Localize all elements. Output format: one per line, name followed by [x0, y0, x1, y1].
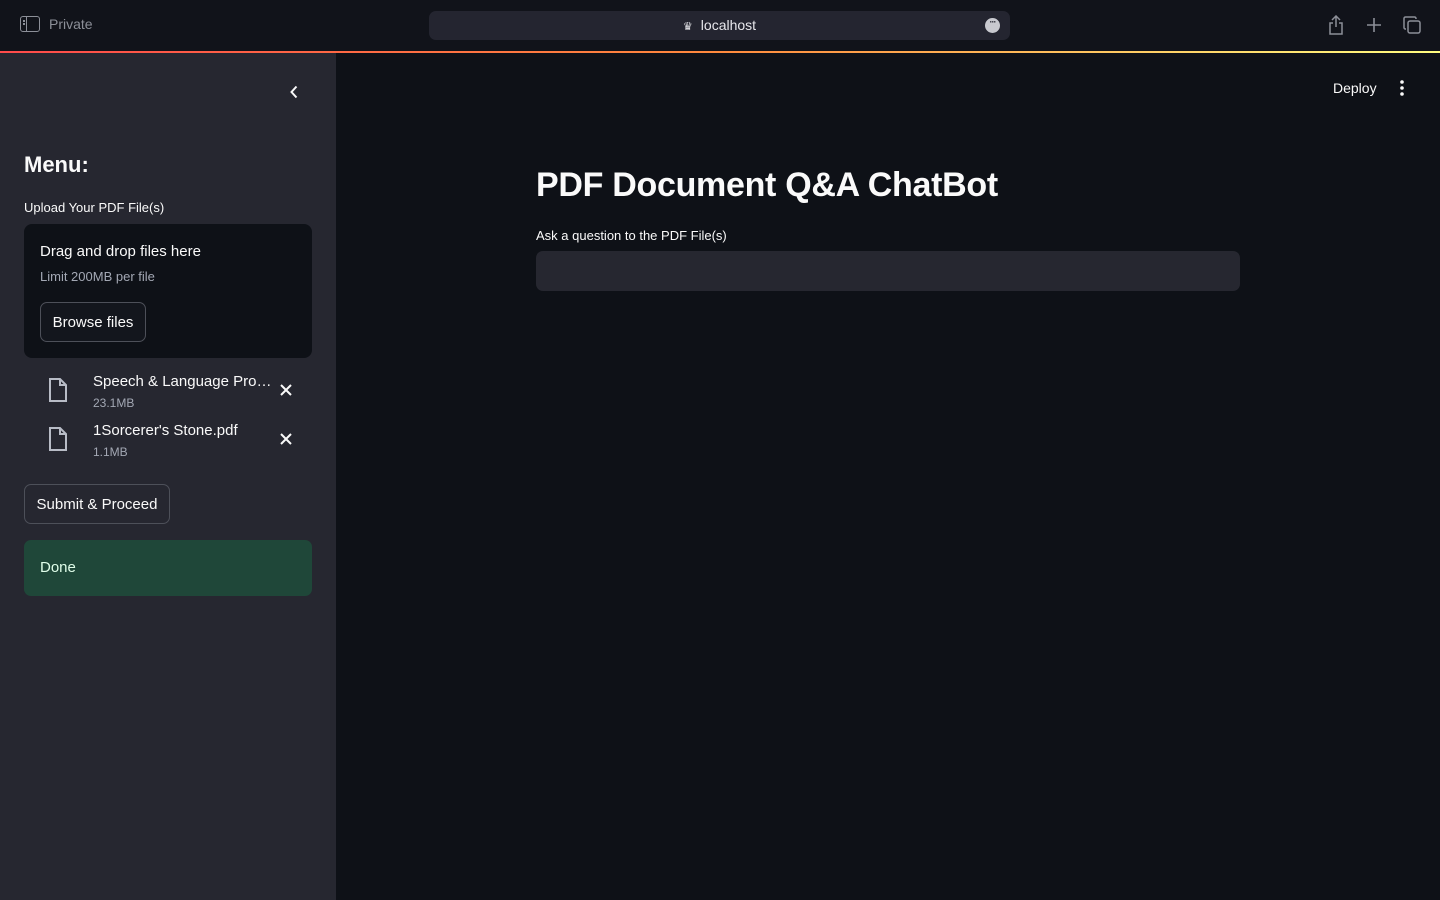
submit-proceed-button[interactable]: Submit & Proceed	[24, 484, 170, 524]
remove-file-button[interactable]	[276, 429, 296, 449]
file-dropzone[interactable]: Drag and drop files here Limit 200MB per…	[24, 224, 312, 358]
question-input[interactable]	[536, 251, 1240, 291]
file-name: 1Sorcerer's Stone.pdf	[93, 422, 238, 439]
site-icon: ♛	[682, 21, 693, 33]
success-text: Done	[40, 559, 76, 576]
chevron-left-icon	[290, 85, 298, 99]
success-message: Done	[24, 540, 312, 596]
sidebar-toggle-icon[interactable]	[20, 16, 40, 32]
kebab-menu-icon	[1400, 80, 1404, 96]
private-label: Private	[49, 16, 93, 32]
file-size: 1.1MB	[93, 445, 128, 459]
file-size: 23.1MB	[93, 396, 135, 410]
dropzone-title: Drag and drop files here	[40, 243, 201, 260]
main-menu-button[interactable]	[1392, 78, 1412, 98]
browser-toolbar: Private ♛ localhost ···	[0, 0, 1440, 52]
file-icon	[48, 377, 68, 408]
remove-file-button[interactable]	[276, 380, 296, 400]
close-icon	[280, 384, 292, 396]
url-text: localhost	[700, 17, 757, 33]
private-indicator[interactable]: Private	[20, 16, 93, 32]
upload-label: Upload Your PDF File(s)	[24, 200, 165, 215]
close-icon	[280, 433, 292, 445]
question-label: Ask a question to the PDF File(s)	[536, 228, 727, 243]
sidebar: Menu: Upload Your PDF File(s) Drag and d…	[0, 53, 336, 900]
dropzone-limit: Limit 200MB per file	[40, 269, 155, 284]
collapse-sidebar-button[interactable]	[284, 82, 304, 102]
page-menu-icon[interactable]: ···	[985, 18, 1000, 33]
file-name: Speech & Language Proc...	[93, 373, 275, 390]
tabs-overview-icon[interactable]	[1402, 14, 1422, 36]
new-tab-icon[interactable]	[1364, 14, 1384, 36]
browse-files-button[interactable]: Browse files	[40, 302, 146, 342]
deploy-button[interactable]: Deploy	[1333, 80, 1377, 96]
file-icon	[48, 426, 68, 457]
menu-title: Menu:	[24, 152, 89, 177]
uploaded-file-item: Speech & Language Proc... 23.1MB	[24, 368, 312, 414]
page-title: PDF Document Q&A ChatBot	[536, 166, 998, 204]
share-icon[interactable]	[1326, 14, 1346, 36]
address-bar[interactable]: ♛ localhost ···	[429, 11, 1010, 40]
uploaded-file-item: 1Sorcerer's Stone.pdf 1.1MB	[24, 417, 312, 463]
